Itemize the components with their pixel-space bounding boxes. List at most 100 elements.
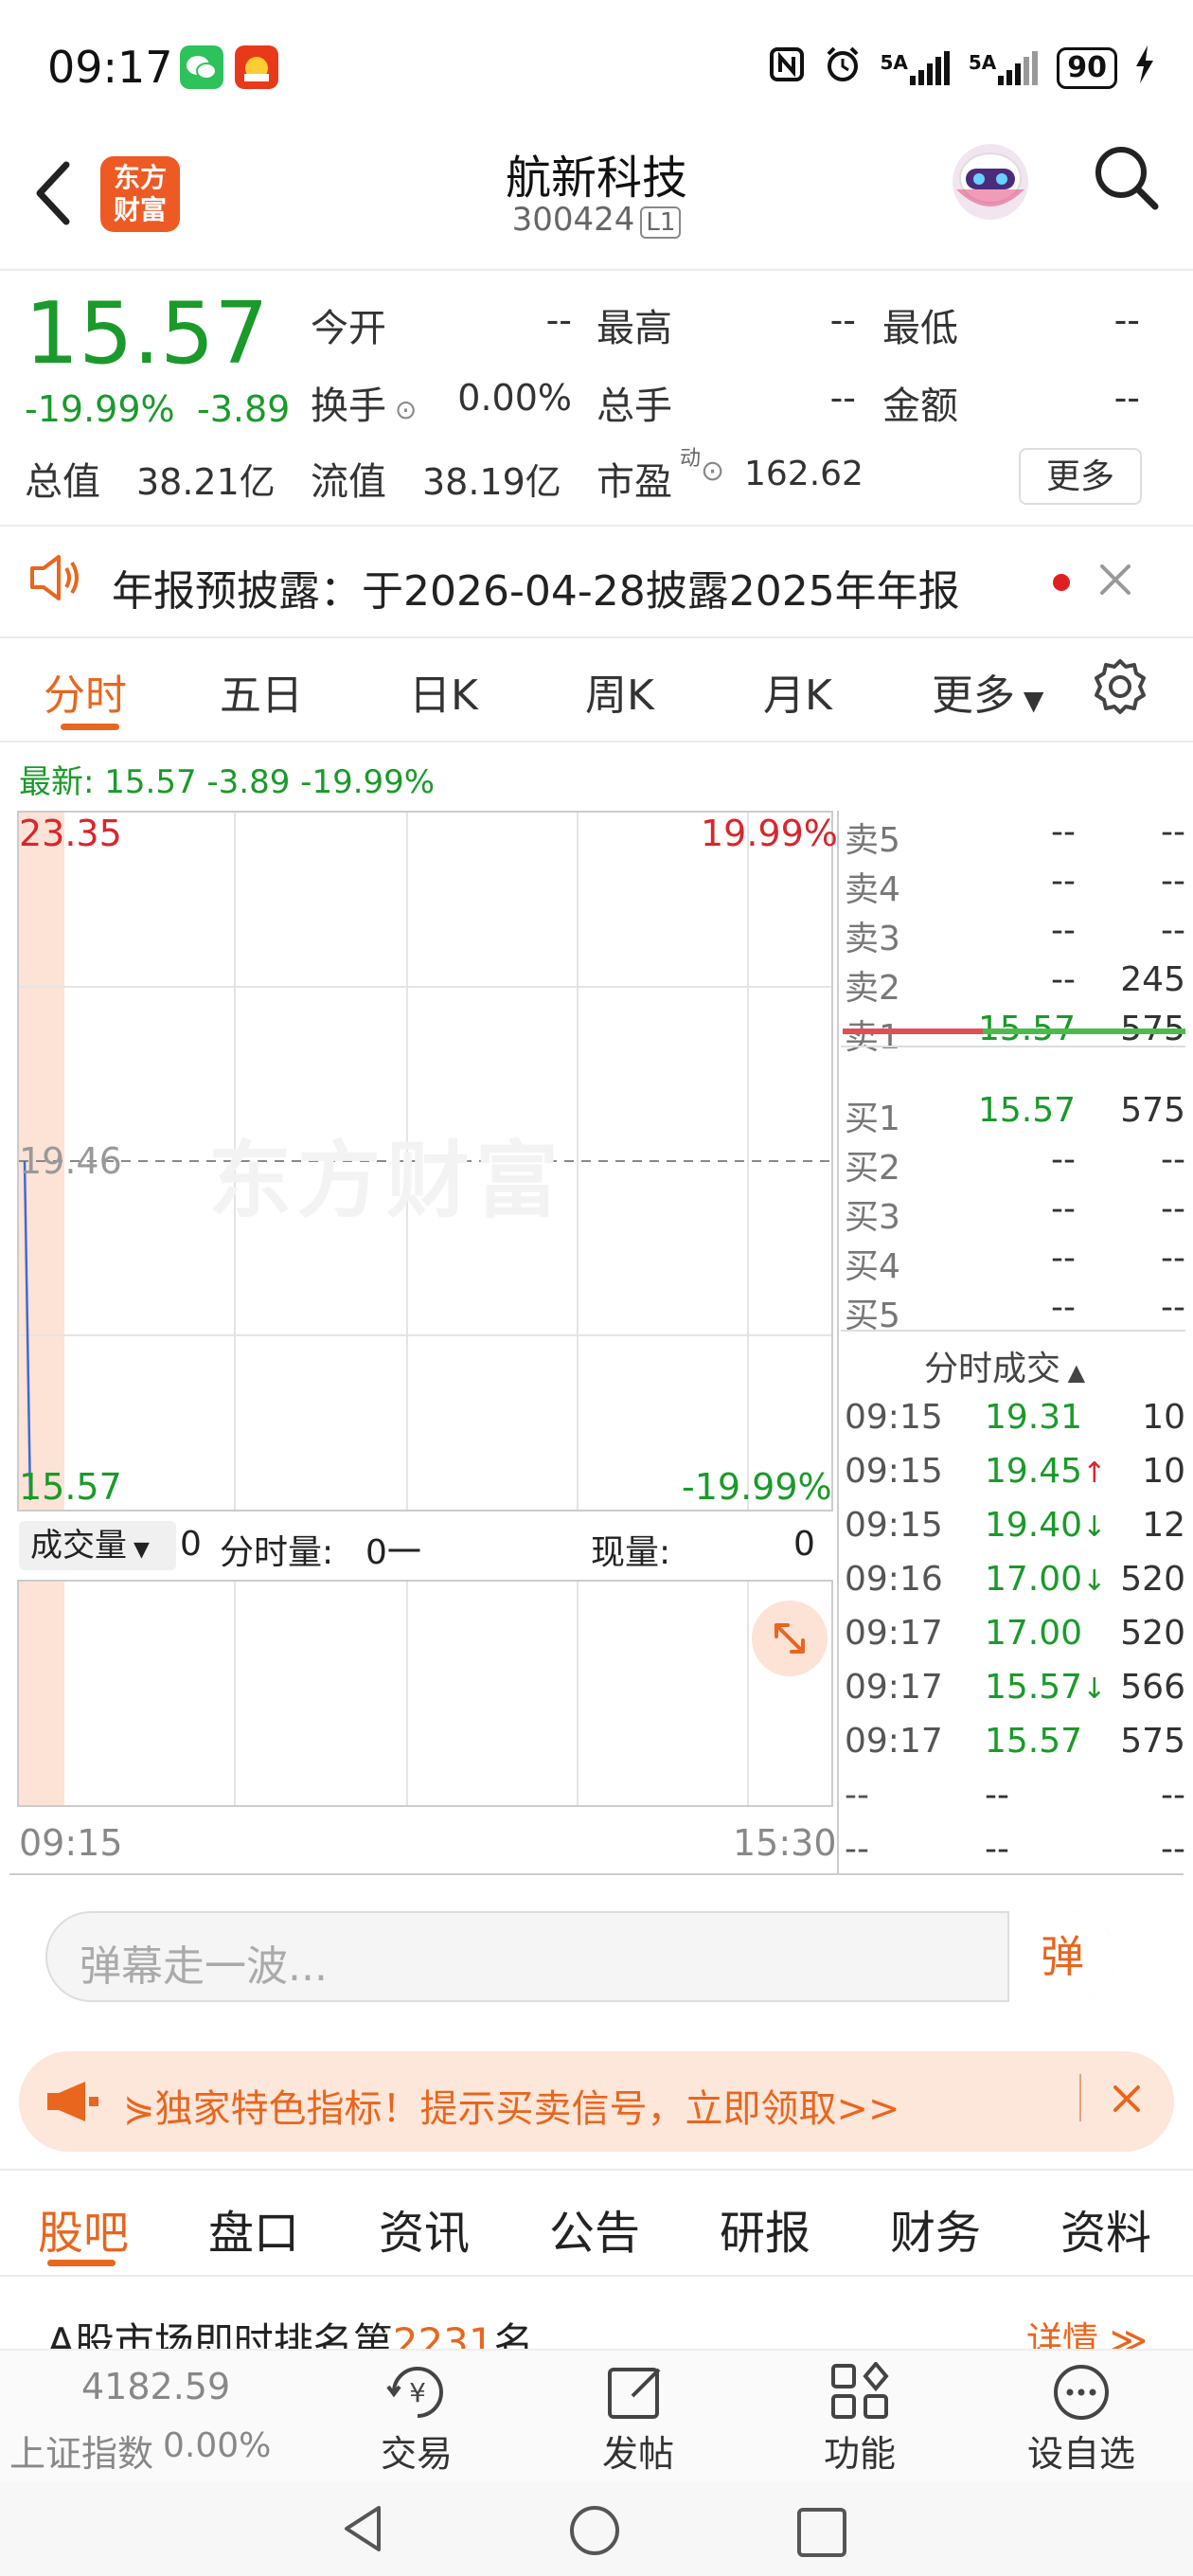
promo-divider [1079,2074,1081,2121]
volume-label: 总手 [596,385,672,428]
volume-value: 0 [180,1525,202,1564]
trade-time: -- [845,1830,869,1869]
tab-five-day[interactable]: 五日 [220,661,303,722]
buy-bar [983,1029,1185,1034]
tab-guba[interactable]: 股吧 [38,2195,129,2262]
stock-code: 300424 [511,201,635,239]
info-icon[interactable]: ⊙ [386,394,417,425]
wechat-icon [180,45,223,89]
x-end-label: 15:30 [733,1822,837,1864]
open-label: 今开 [311,307,386,350]
turnover-label-text: 换手 [311,385,386,428]
close-promo-icon[interactable] [1108,2080,1146,2121]
tab-pankou[interactable]: 盘口 [208,2195,299,2262]
y-bottom-label: 15.57 [19,1466,122,1508]
now-volume-label: 现量: [591,1533,671,1572]
promo-text[interactable]: ⋟独家特色指标！提示买卖信号，立即领取>> [123,2078,900,2133]
app-notification-icon [235,45,278,89]
status-icons: 5A 5A 90 [768,45,1155,91]
trade-button[interactable]: 交易 [350,2424,483,2477]
quote-divider [0,525,1193,527]
robot-assistant-icon[interactable] [943,133,1038,231]
trade-time: 09:17 [845,1668,943,1707]
add-watchlist-button[interactable]: 设自选 [1015,2424,1148,2477]
buy-level-volume: 575 [1120,1091,1185,1130]
add-watchlist-icon[interactable] [1051,2362,1112,2426]
fenshi-volume-value: 0一 [365,1533,421,1572]
nav-recents-icon[interactable] [795,2506,848,2563]
trade-volume: 12 [1142,1506,1185,1545]
trade-price: -- [985,1776,1009,1815]
charging-icon [1134,45,1155,91]
high-value: -- [829,299,856,341]
y-top-label: 23.35 [19,813,122,854]
settings-gear-icon[interactable] [1091,657,1149,720]
trade-volume: 520 [1120,1560,1185,1599]
pe-info-icon[interactable]: ⊙ [701,455,724,488]
functions-button[interactable]: 功能 [793,2424,926,2477]
close-notice-icon[interactable] [1095,559,1136,604]
tab-monthly-k[interactable]: 月K [763,661,832,722]
trade-volume: 10 [1142,1452,1185,1491]
tab-more[interactable]: 更多 ▼ [932,661,1043,722]
tab-weekly-k[interactable]: 周K [585,661,654,722]
trade-volume: 575 [1120,1722,1185,1761]
more-button[interactable]: 更多 [1019,448,1142,505]
notice-divider [0,636,1193,638]
volume-selector[interactable]: 成交量 ▼ [19,1521,176,1570]
trade-price-value: 19.45 [985,1452,1083,1491]
pct-bottom-label: -19.99% [682,1466,832,1508]
tab-finance[interactable]: 财务 [890,2195,981,2262]
bottom-tab-underline [47,2260,116,2266]
pe-label: 市盈 [596,460,672,504]
trade-icon[interactable]: ¥ [383,2362,453,2426]
compose-post-icon[interactable] [606,2362,667,2426]
trades-title-text: 分时成交 [924,1350,1061,1388]
trade-price-value: 15.57 [985,1722,1083,1761]
float-value-label: 流值 [311,460,386,504]
trade-time: 09:15 [845,1506,943,1545]
pe-value: 162.62 [744,455,864,493]
total-value: 38.21亿 [136,461,276,503]
header-divider [0,269,1193,271]
megaphone-icon [44,2080,100,2127]
functions-grid-icon[interactable] [829,2360,890,2426]
orderbook-trades-divider [841,1330,1185,1332]
nfc-icon [768,45,806,91]
index-value[interactable]: 4182.59 [81,2366,230,2407]
watermark: 东方财富 [208,1132,565,1229]
trades-title[interactable]: 分时成交 ▲ [924,1341,1085,1390]
search-icon[interactable] [1091,142,1161,216]
index-change[interactable]: 0.00% [163,2426,271,2465]
low-value: -- [1113,299,1140,341]
tab-announcements[interactable]: 公告 [549,2195,640,2262]
tab-research[interactable]: 研报 [720,2195,810,2262]
volume-value: -- [829,377,856,419]
tab-daily-k[interactable]: 日K [409,661,478,722]
expand-icon[interactable] [752,1601,828,1676]
orderbook-divider [837,811,839,1875]
trade-price: 17.00 [985,1614,1082,1653]
tab-profile[interactable]: 资料 [1060,2195,1151,2262]
index-name[interactable]: 上证指数 [9,2424,153,2477]
trade-time: 09:17 [845,1722,943,1761]
nav-home-icon[interactable] [568,2504,621,2561]
notice-text[interactable]: 年报预披露：于2026-04-28披露2025年年报 [112,557,960,617]
buy-level-volume: -- [1161,1239,1185,1278]
total-value-label: 总值 [25,460,100,504]
post-button[interactable]: 发帖 [572,2424,704,2477]
danmu-send-button[interactable]: 弹 [1007,1911,1115,2002]
orderbook-mid-divider [841,1046,1185,1047]
buy-level-volume: -- [1161,1190,1185,1228]
volume-chart[interactable] [17,1580,833,1807]
tab-fenshi[interactable]: 分时 [44,661,127,722]
tab-news[interactable]: 资讯 [379,2195,470,2262]
y-mid-label: 19.46 [19,1140,122,1182]
float-value: 38.19亿 [422,461,561,503]
trade-time: 09:15 [845,1398,943,1437]
price-chart[interactable]: 东方财富 [17,811,833,1512]
tabs-divider [0,741,1193,742]
nav-back-icon[interactable] [337,2502,390,2559]
turnover-label: 换手 ⊙ [311,375,417,430]
network-label-2: 5A [968,51,997,74]
